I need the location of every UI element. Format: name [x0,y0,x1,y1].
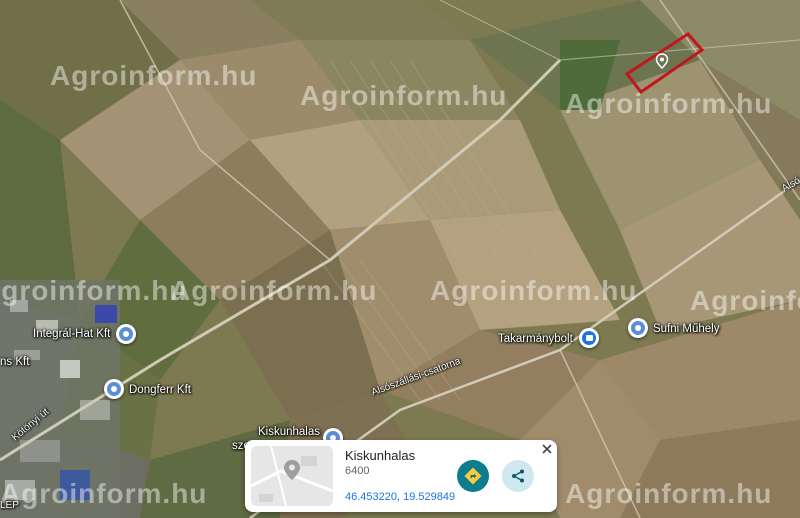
place-info-card[interactable]: Kiskunhalas 6400 46.453220, 19.529849 [245,440,557,512]
close-icon [542,444,552,454]
directions-icon [464,467,482,485]
place-pin-icon[interactable] [628,318,648,338]
place-label-dongferr[interactable]: Dongferr Kft [129,384,191,396]
place-label-ns-kft: ns Kft [0,356,30,368]
town-area [0,280,120,518]
card-title: Kiskunhalas [345,448,416,463]
place-label-sufni-muhely[interactable]: Sufni Műhely [653,323,719,335]
place-label-takarmanybolt[interactable]: Takarmánybolt [498,333,573,345]
shopping-bag-icon[interactable] [579,328,599,348]
share-button[interactable] [502,460,534,492]
road-label-lep: LEP [0,500,19,511]
parcel-pin-icon[interactable] [654,53,670,69]
share-icon [512,469,524,483]
card-postal-code: 6400 [345,465,370,477]
card-coordinates[interactable]: 46.453220, 19.529849 [345,491,455,503]
place-pin-icon[interactable] [116,324,136,344]
place-pin-icon[interactable] [104,379,124,399]
map-thumbnail-icon[interactable] [251,446,333,506]
close-button[interactable] [540,442,554,456]
place-label-kiskunhalas[interactable]: Kiskunhalas [258,426,320,438]
place-label-integral-hat[interactable]: Integrál-Hat Kft [33,328,110,340]
directions-button[interactable] [457,460,489,492]
